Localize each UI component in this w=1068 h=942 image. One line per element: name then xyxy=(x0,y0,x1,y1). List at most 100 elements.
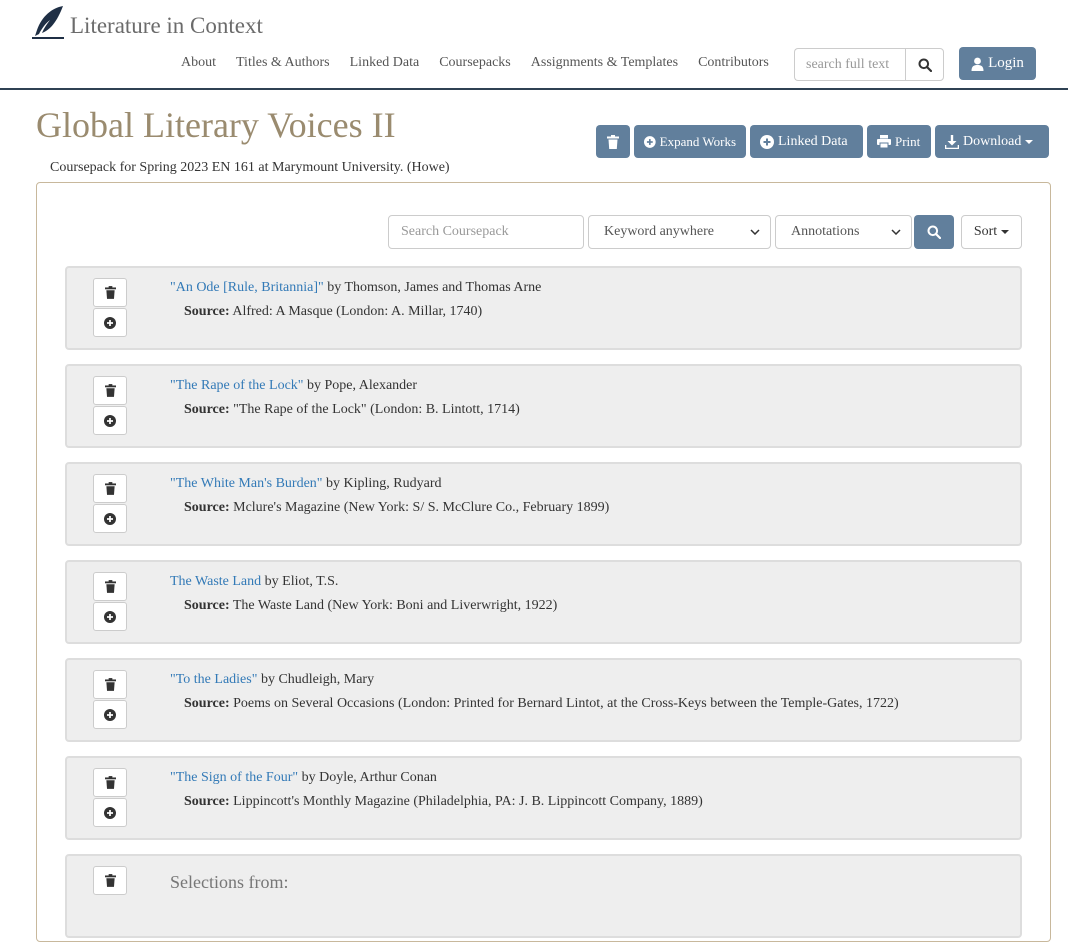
source-label: Source: xyxy=(184,500,230,515)
trash-icon xyxy=(607,134,619,149)
work-heading: "The White Man's Burden" by Kipling, Rud… xyxy=(170,476,442,492)
full-text-search xyxy=(794,48,944,81)
work-author: by Eliot, T.S. xyxy=(261,574,339,589)
trash-icon xyxy=(104,874,116,887)
chevron-down-icon xyxy=(891,229,901,235)
work-title-link[interactable]: "The Rape of the Lock" xyxy=(170,378,304,393)
work-title-link[interactable]: "The Sign of the Four" xyxy=(170,770,298,785)
remove-work-button[interactable] xyxy=(93,278,127,307)
trash-icon xyxy=(104,482,116,495)
expand-work-button[interactable] xyxy=(93,700,127,729)
work-author: by Chudleigh, Mary xyxy=(257,672,375,687)
caret-down-icon xyxy=(1025,139,1034,144)
remove-work-button[interactable] xyxy=(93,768,127,797)
nav-titles-authors[interactable]: Titles & Authors xyxy=(236,55,330,71)
work-source: Source: Alfred: A Masque (London: A. Mil… xyxy=(184,304,482,320)
work-item: The Waste Land by Eliot, T.S. Source: Th… xyxy=(65,560,1022,644)
download-label: Download xyxy=(963,133,1022,149)
work-item: "The Rape of the Lock" by Pope, Alexande… xyxy=(65,364,1022,448)
plus-circle-icon xyxy=(644,135,656,148)
coursepack-search-button[interactable] xyxy=(914,215,954,249)
linked-data-button[interactable]: Linked Data xyxy=(750,125,863,158)
work-heading: "An Ode [Rule, Britannia]" by Thomson, J… xyxy=(170,280,541,296)
download-button[interactable]: Download xyxy=(935,125,1049,158)
coursepack-subtitle: Coursepack for Spring 2023 EN 161 at Mar… xyxy=(50,160,450,175)
work-item: "The Sign of the Four" by Doyle, Arthur … xyxy=(65,756,1022,840)
coursepack-search-row: Keyword anywhere Annotations Sort xyxy=(388,215,1022,249)
sort-button[interactable]: Sort xyxy=(961,215,1022,249)
search-icon xyxy=(918,58,932,72)
work-title-link[interactable]: "The White Man's Burden" xyxy=(170,476,323,491)
remove-work-button[interactable] xyxy=(93,670,127,699)
login-button[interactable]: Login xyxy=(959,47,1036,80)
login-label: Login xyxy=(988,55,1024,71)
work-source-text: Alfred: A Masque (London: A. Millar, 174… xyxy=(229,304,483,319)
work-source-text: "The Rape of the Lock" (London: B. Linto… xyxy=(229,402,520,417)
expand-work-button[interactable] xyxy=(93,602,127,631)
print-icon xyxy=(877,135,891,148)
full-text-search-button[interactable] xyxy=(905,48,944,81)
linked-data-label: Linked Data xyxy=(778,133,848,149)
expand-work-button[interactable] xyxy=(93,798,127,827)
work-source: Source: The Waste Land (New York: Boni a… xyxy=(184,598,557,614)
work-author: by Thomson, James and Thomas Arne xyxy=(323,280,542,295)
brand[interactable]: Literature in Context xyxy=(30,4,263,40)
work-selection-title: Selections from: xyxy=(170,872,289,892)
caret-down-icon xyxy=(1001,230,1010,234)
nav-linked-data[interactable]: Linked Data xyxy=(350,55,420,71)
remove-work-button[interactable] xyxy=(93,572,127,601)
remove-work-button[interactable] xyxy=(93,474,127,503)
download-icon xyxy=(945,134,959,149)
work-heading: "To the Ladies" by Chudleigh, Mary xyxy=(170,672,374,688)
chevron-down-icon xyxy=(750,229,760,235)
feather-icon xyxy=(32,6,64,39)
page-title: Global Literary Voices II xyxy=(36,105,396,145)
plus-circle-icon xyxy=(104,806,116,819)
search-field-select[interactable]: Keyword anywhere xyxy=(588,215,771,249)
print-button[interactable]: Print xyxy=(867,125,931,158)
brand-title: Literature in Context xyxy=(70,13,263,38)
work-source-text: Mclure's Magazine (New York: S/ S. McClu… xyxy=(229,500,610,515)
coursepack-search-input[interactable] xyxy=(388,215,584,249)
search-field-value: Keyword anywhere xyxy=(604,224,715,239)
work-source: Source: Mclure's Magazine (New York: S/ … xyxy=(184,500,609,516)
work-source-text: Lippincott's Monthly Magazine (Philadelp… xyxy=(229,794,703,809)
work-heading: "The Rape of the Lock" by Pope, Alexande… xyxy=(170,378,417,394)
expand-work-button[interactable] xyxy=(93,504,127,533)
plus-circle-icon xyxy=(104,316,116,329)
sort-label: Sort xyxy=(973,224,998,239)
work-item: "The White Man's Burden" by Kipling, Rud… xyxy=(65,462,1022,546)
plus-circle-icon xyxy=(104,414,116,427)
expand-work-button[interactable] xyxy=(93,406,127,435)
work-item: "An Ode [Rule, Britannia]" by Thomson, J… xyxy=(65,266,1022,350)
main-nav: About Titles & Authors Linked Data Cours… xyxy=(181,55,789,71)
nav-about[interactable]: About xyxy=(181,55,216,71)
work-source: Source: Poems on Several Occasions (Lond… xyxy=(184,696,899,712)
work-author: by Kipling, Rudyard xyxy=(322,476,442,491)
work-source: Source: Lippincott's Monthly Magazine (P… xyxy=(184,794,703,810)
trash-icon xyxy=(104,678,116,691)
source-label: Source: xyxy=(184,402,230,417)
work-title-link[interactable]: "To the Ladies" xyxy=(170,672,257,687)
work-heading: The Waste Land by Eliot, T.S. xyxy=(170,574,338,590)
nav-coursepacks[interactable]: Coursepacks xyxy=(439,55,511,71)
trash-icon xyxy=(104,286,116,299)
plus-circle-icon xyxy=(104,610,116,623)
full-text-search-input[interactable] xyxy=(794,48,905,81)
remove-work-button[interactable] xyxy=(93,376,127,405)
nav-contributors[interactable]: Contributors xyxy=(698,55,769,71)
work-title-link[interactable]: "An Ode [Rule, Britannia]" xyxy=(170,280,324,295)
search-icon xyxy=(927,225,941,239)
expand-work-button[interactable] xyxy=(93,308,127,337)
remove-work-button[interactable] xyxy=(93,866,127,895)
plus-circle-icon xyxy=(104,708,116,721)
trash-icon xyxy=(104,580,116,593)
expand-works-button[interactable]: Expand Works xyxy=(634,125,746,158)
delete-coursepack-button[interactable] xyxy=(596,125,630,158)
nav-assignments-templates[interactable]: Assignments & Templates xyxy=(531,55,678,71)
search-type-select[interactable]: Annotations xyxy=(775,215,912,249)
source-label: Source: xyxy=(184,598,230,613)
print-label: Print xyxy=(895,133,921,149)
trash-icon xyxy=(104,384,116,397)
work-title-link[interactable]: The Waste Land xyxy=(170,574,261,589)
